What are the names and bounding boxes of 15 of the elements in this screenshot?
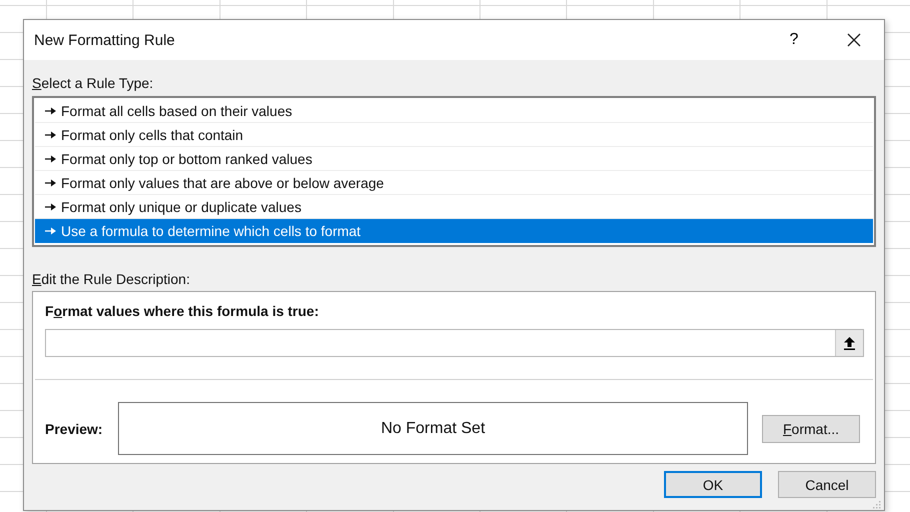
rule-type-item[interactable]: Format only values that are above or below average [35, 171, 873, 195]
section-label: Select a Rule Type: [32, 74, 154, 92]
window-title: New Formatting Rule [34, 32, 176, 48]
rule-type-item[interactable]: Format only cells that contain [35, 123, 873, 147]
ok-button[interactable]: OK [664, 471, 762, 498]
rule-type-item[interactable]: Format all cells based on their values [35, 99, 873, 123]
rule-type-item[interactable]: Use a formula to determine which cells to format [35, 219, 873, 243]
cancel-button[interactable]: Cancel [778, 471, 876, 498]
format-button[interactable]: Format... [762, 414, 860, 442]
formula-label: Format values where this formula is true: [45, 302, 320, 320]
preview-label: Preview: [45, 420, 104, 436]
rule-type-item[interactable]: Format only top or bottom ranked values [35, 147, 873, 171]
section-label: Edit the Rule Description: [32, 270, 190, 288]
help-button[interactable]: ? [784, 31, 804, 49]
preview-text: No Format Set [380, 420, 486, 438]
